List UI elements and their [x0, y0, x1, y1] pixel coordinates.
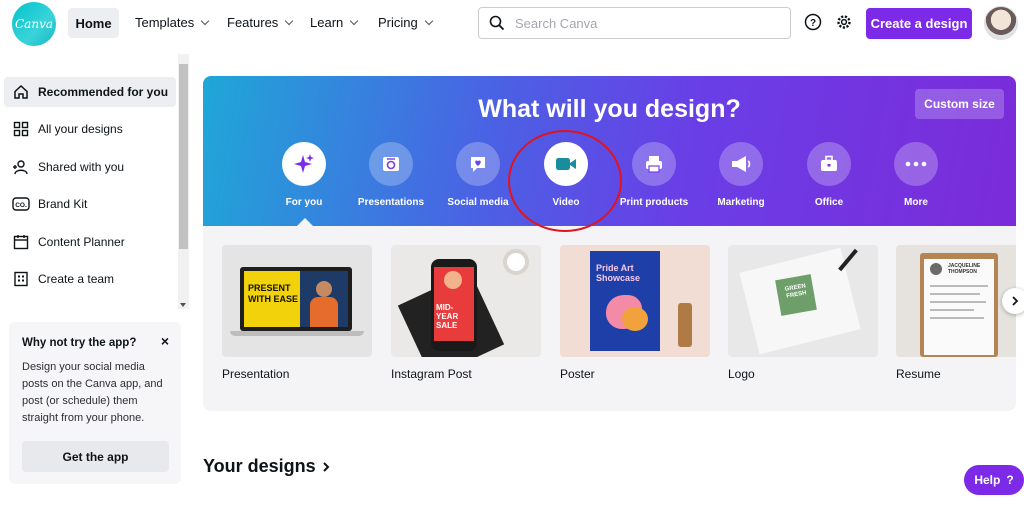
sidebar-item-label: Create a team [38, 272, 115, 286]
team-building-icon [4, 271, 38, 287]
get-app-button[interactable]: Get the app [22, 441, 169, 472]
close-icon[interactable]: × [161, 333, 169, 349]
logo-text: Canva [15, 17, 53, 31]
presentation-icon [369, 142, 413, 186]
chevron-right-icon [322, 461, 330, 472]
category-office[interactable]: Office [784, 142, 874, 208]
help-button[interactable]: Help ? [964, 465, 1024, 495]
promo-text: Design your social media posts on the Ca… [22, 361, 163, 424]
sidebar-scrollbar[interactable] [178, 54, 189, 309]
sidebar-item-content-planner[interactable]: Content Planner [4, 227, 176, 257]
grid-icon [4, 121, 38, 137]
template-card-presentation[interactable]: PRESENT WITH EASE Presentation [222, 245, 372, 381]
category-label: Office [814, 197, 844, 208]
svg-text:CO.: CO. [15, 202, 27, 209]
chevron-down-icon [285, 16, 294, 25]
template-thumbnail: MID-YEAR SALE [391, 245, 541, 357]
help-label: Help [974, 473, 1001, 487]
hero-title: What will you design? [478, 95, 741, 123]
sidebar-item-recommended[interactable]: Recommended for you [4, 77, 176, 107]
highlight-annotation-circle [508, 130, 622, 232]
section-title: Your designs [203, 456, 316, 476]
category-label: Social media [447, 197, 509, 208]
category-label: Print products [619, 197, 689, 208]
more-dots-icon [894, 142, 938, 186]
your-designs-heading[interactable]: Your designs [203, 456, 330, 477]
nav-templates[interactable]: Templates [135, 15, 210, 30]
category-more[interactable]: More [871, 142, 961, 208]
app-promo-card: Why not try the app? × Design your socia… [9, 322, 181, 484]
avatar[interactable] [984, 6, 1018, 40]
template-thumb-text: JACQUELINE THOMPSON [948, 263, 981, 275]
chevron-right-icon [1012, 296, 1019, 306]
chevron-down-icon [201, 16, 210, 25]
sidebar-item-label: Content Planner [38, 235, 125, 249]
category-label: For you [285, 197, 323, 208]
shared-users-icon [4, 159, 38, 175]
nav-pricing[interactable]: Pricing [378, 15, 433, 30]
sidebar-item-label: All your designs [38, 122, 123, 136]
briefcase-icon [807, 142, 851, 186]
category-for-you[interactable]: For you [259, 142, 349, 208]
printer-icon [632, 142, 676, 186]
sidebar-item-label: Shared with you [38, 160, 125, 174]
template-name: Logo [728, 367, 755, 381]
svg-text:?: ? [810, 18, 816, 29]
sidebar-item-all-designs[interactable]: All your designs [4, 114, 176, 144]
template-card-poster[interactable]: Pride Art Showcase Poster [560, 245, 710, 381]
custom-size-button[interactable]: Custom size [915, 89, 1004, 119]
create-design-button[interactable]: Create a design [866, 8, 972, 39]
category-label: Presentations [357, 197, 425, 208]
heart-bubble-icon [456, 142, 500, 186]
template-card-instagram-post[interactable]: MID-YEAR SALE Instagram Post [391, 245, 541, 381]
chevron-down-icon [424, 16, 433, 25]
chevron-down-icon [350, 16, 359, 25]
template-name: Resume [896, 367, 941, 381]
sidebar-item-brand-kit[interactable]: CO. Brand Kit [4, 189, 176, 219]
settings-gear-icon[interactable] [833, 11, 855, 33]
template-name: Instagram Post [391, 367, 472, 381]
template-name: Presentation [222, 367, 290, 381]
category-presentations[interactable]: Presentations [346, 142, 436, 208]
promo-title: Why not try the app? [22, 337, 137, 349]
selected-category-pointer [297, 218, 313, 226]
search-box[interactable] [478, 7, 791, 39]
template-thumbnail: JACQUELINE THOMPSON [896, 245, 1016, 357]
calendar-icon [4, 234, 38, 250]
scrollbar-thumb[interactable] [179, 64, 188, 249]
nav-features[interactable]: Features [227, 15, 294, 30]
category-marketing[interactable]: Marketing [696, 142, 786, 208]
help-question-icon: ? [1006, 473, 1014, 487]
megaphone-icon [719, 142, 763, 186]
top-nav: Canva Home Templates Features Learn Pric… [0, 0, 1024, 48]
sidebar-item-label: Brand Kit [38, 197, 88, 211]
category-label: More [904, 197, 928, 208]
sparkle-icon [282, 142, 326, 186]
sidebar-item-create-team[interactable]: Create a team [4, 264, 176, 294]
sidebar-item-shared[interactable]: Shared with you [4, 152, 176, 182]
category-label: Marketing [717, 197, 765, 208]
search-input[interactable] [515, 15, 775, 31]
template-carousel: PRESENT WITH EASE Presentation MID-YEAR … [203, 226, 1016, 411]
help-question-icon[interactable]: ? [802, 11, 824, 33]
category-print-products[interactable]: Print products [609, 142, 699, 208]
template-card-logo[interactable]: GREEN FRESH Logo [728, 245, 878, 381]
template-card-resume[interactable]: JACQUELINE THOMPSON Resume [896, 245, 1016, 381]
home-icon [4, 84, 38, 100]
template-thumb-text: Pride Art Showcase [596, 263, 641, 283]
template-thumbnail: Pride Art Showcase [560, 245, 710, 357]
template-thumb-text: PRESENT WITH EASE [248, 283, 299, 304]
sidebar-item-label: Recommended for you [38, 85, 169, 99]
brand-kit-icon: CO. [4, 197, 38, 211]
template-thumb-text: MID-YEAR SALE [436, 303, 459, 330]
template-thumbnail: GREEN FRESH [728, 245, 878, 357]
template-name: Poster [560, 367, 595, 381]
template-thumbnail: PRESENT WITH EASE [222, 245, 372, 357]
search-icon [489, 15, 505, 31]
nav-home[interactable]: Home [68, 8, 119, 38]
scroll-down-arrow-icon[interactable] [180, 303, 186, 307]
nav-learn[interactable]: Learn [310, 15, 359, 30]
carousel-next-button[interactable] [1002, 288, 1024, 314]
canva-logo[interactable]: Canva [12, 2, 56, 46]
